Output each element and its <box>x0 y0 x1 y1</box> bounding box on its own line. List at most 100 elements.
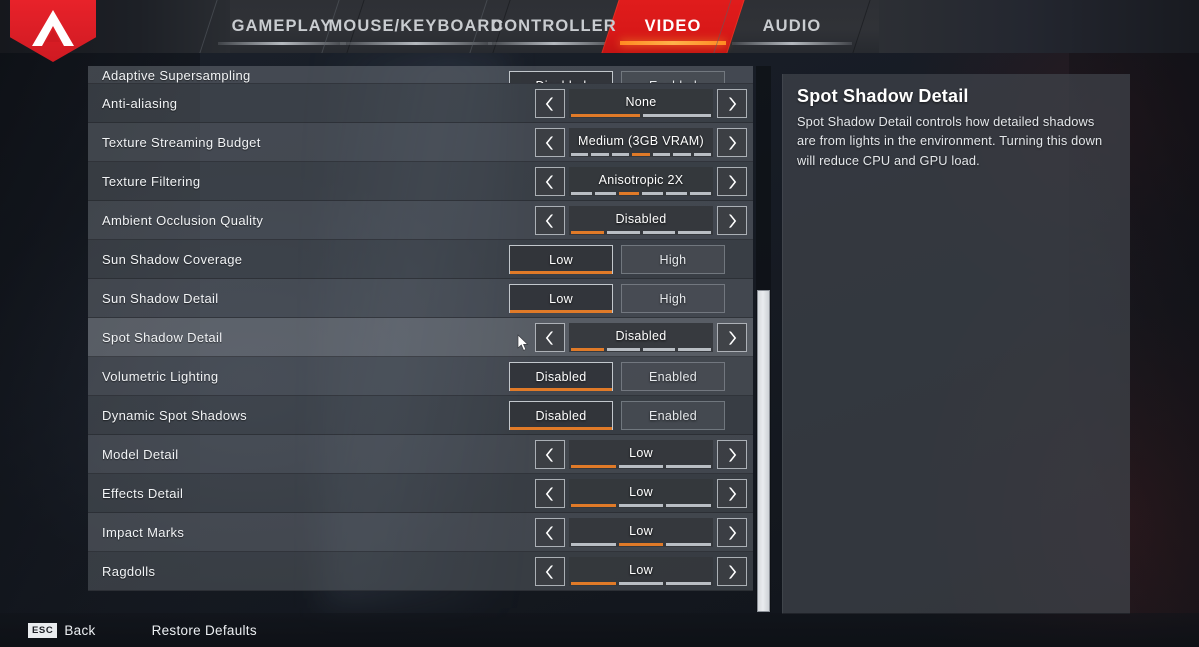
toggle-option[interactable]: High <box>621 245 725 274</box>
setting-label: Impact Marks <box>102 524 185 540</box>
chevron-right-icon[interactable] <box>717 167 747 196</box>
stepper-segment <box>618 192 640 195</box>
stepper-segment <box>594 192 616 195</box>
stepper-value-box[interactable]: Medium (3GB VRAM) <box>569 128 713 157</box>
stepper-segment <box>652 153 671 156</box>
stepper-value: Medium (3GB VRAM) <box>578 133 704 148</box>
chevron-right-icon[interactable] <box>717 323 747 352</box>
setting-row-adaptive-supersampling[interactable]: Adaptive Supersampling Disabled Enabled <box>88 66 753 84</box>
tab-label: MOUSE/KEYBOARD <box>328 17 504 35</box>
setting-control: Disabled Enabled <box>509 66 747 83</box>
chevron-left-icon[interactable] <box>535 89 565 118</box>
stepper-segment <box>571 465 616 468</box>
toggle-option[interactable]: Low <box>509 284 613 313</box>
stepper-value-box[interactable]: Low <box>569 518 713 547</box>
setting-row-spot-shadow-detail[interactable]: Spot Shadow Detail Disabled <box>88 318 753 357</box>
setting-row-dynamic-spot-shadows[interactable]: Dynamic Spot Shadows Disabled Enabled <box>88 396 753 435</box>
setting-label: Ambient Occlusion Quality <box>102 212 264 228</box>
toggle-option[interactable]: Low <box>509 245 613 274</box>
stepper-value: Low <box>629 523 653 538</box>
stepper-segment <box>618 465 664 468</box>
stepper-value-box[interactable]: None <box>569 89 713 118</box>
stepper-value-box[interactable]: Low <box>569 440 713 469</box>
chevron-left-icon[interactable] <box>535 518 565 547</box>
toggle-group: Low High <box>509 245 725 274</box>
chevron-left-icon[interactable] <box>535 479 565 508</box>
stepper-segment <box>571 504 616 507</box>
chevron-left-icon[interactable] <box>535 557 565 586</box>
back-button[interactable]: ESC Back <box>28 622 96 638</box>
chevron-right-icon[interactable] <box>717 206 747 235</box>
stepper-segments <box>571 153 711 156</box>
settings-scrollbar-thumb[interactable] <box>757 290 770 612</box>
stepper-segment <box>678 231 711 234</box>
setting-row-model-detail[interactable]: Model Detail Low <box>88 435 753 474</box>
setting-control: Low High <box>509 240 747 279</box>
tab-label: AUDIO <box>762 17 822 35</box>
stepper-value-box[interactable]: Disabled <box>569 323 713 352</box>
chevron-right-icon[interactable] <box>717 557 747 586</box>
stepper-value: None <box>625 94 657 109</box>
setting-control: Disabled Enabled <box>509 396 747 435</box>
stepper-segments <box>571 582 712 585</box>
chevron-right-icon[interactable] <box>717 479 747 508</box>
setting-control: Disabled Enabled <box>509 357 747 396</box>
setting-row-impact-marks[interactable]: Impact Marks Low <box>88 513 753 552</box>
description-title: Spot Shadow Detail <box>797 86 969 106</box>
setting-label: Effects Detail <box>102 485 184 501</box>
chevron-left-icon[interactable] <box>535 167 565 196</box>
chevron-right-icon[interactable] <box>717 128 747 157</box>
stepper-segment <box>642 231 676 234</box>
setting-row-texture-streaming-budget[interactable]: Texture Streaming Budget Medium (3GB VRAM… <box>88 123 753 162</box>
setting-control: Disabled <box>535 318 747 357</box>
setting-row-ragdolls[interactable]: Ragdolls Low <box>88 552 753 591</box>
stepper-segment <box>591 153 609 156</box>
stepper-value-box[interactable]: Anisotropic 2X <box>569 167 713 196</box>
stepper-value-box[interactable]: Low <box>569 479 713 508</box>
stepper-segment <box>632 153 650 156</box>
chevron-right-icon[interactable] <box>717 89 747 118</box>
toggle-option[interactable]: Disabled <box>509 71 613 83</box>
setting-row-anti-aliasing[interactable]: Anti-aliasing None <box>88 84 753 123</box>
toggle-option[interactable]: Enabled <box>621 71 725 83</box>
stepper-segment <box>571 231 604 234</box>
stepper-segment <box>642 348 676 351</box>
setting-row-texture-filtering[interactable]: Texture Filtering Anisotropic 2X <box>88 162 753 201</box>
toggle-option[interactable]: Disabled <box>509 401 613 430</box>
toggle-option[interactable]: Disabled <box>509 362 613 391</box>
setting-control: Disabled <box>535 201 747 240</box>
setting-label: Volumetric Lighting <box>102 368 219 384</box>
stepper-segment <box>571 348 604 351</box>
stepper-value: Anisotropic 2X <box>598 172 684 187</box>
stepper-value-box[interactable]: Disabled <box>569 206 713 235</box>
setting-row-sun-shadow-coverage[interactable]: Sun Shadow Coverage Low High <box>88 240 753 279</box>
stepper-segment <box>642 192 664 195</box>
tab-mouse-keyboard[interactable]: MOUSE/KEYBOARD <box>321 0 511 53</box>
toggle-option[interactable]: Enabled <box>621 362 725 391</box>
chevron-left-icon[interactable] <box>535 440 565 469</box>
chevron-right-icon[interactable] <box>717 518 747 547</box>
stepper-segments <box>571 543 712 546</box>
tab-audio[interactable]: AUDIO <box>713 0 871 53</box>
tab-video[interactable]: VIDEO <box>601 0 745 53</box>
chevron-left-icon[interactable] <box>535 323 565 352</box>
setting-row-sun-shadow-detail[interactable]: Sun Shadow Detail Low High <box>88 279 753 318</box>
toggle-option[interactable]: High <box>621 284 725 313</box>
setting-row-ambient-occlusion-quality[interactable]: Ambient Occlusion Quality Disabled <box>88 201 753 240</box>
toggle-group: Disabled Enabled <box>509 71 725 83</box>
stepper-value: Disabled <box>615 328 667 343</box>
chevron-left-icon[interactable] <box>535 206 565 235</box>
restore-defaults-button[interactable]: Restore Defaults <box>152 623 257 638</box>
tab-label: CONTROLLER <box>491 17 617 35</box>
stepper-value: Disabled <box>615 211 667 226</box>
toggle-option[interactable]: Enabled <box>621 401 725 430</box>
chevron-right-icon[interactable] <box>717 440 747 469</box>
stepper-value-box[interactable]: Low <box>569 557 713 586</box>
stepper-segment <box>618 543 664 546</box>
setting-row-effects-detail[interactable]: Effects Detail Low <box>88 474 753 513</box>
chevron-left-icon[interactable] <box>535 128 565 157</box>
stepper-segment <box>666 192 688 195</box>
setting-row-volumetric-lighting[interactable]: Volumetric Lighting Disabled Enabled <box>88 357 753 396</box>
setting-label: Sun Shadow Detail <box>102 290 219 306</box>
stepper-segments <box>571 504 712 507</box>
